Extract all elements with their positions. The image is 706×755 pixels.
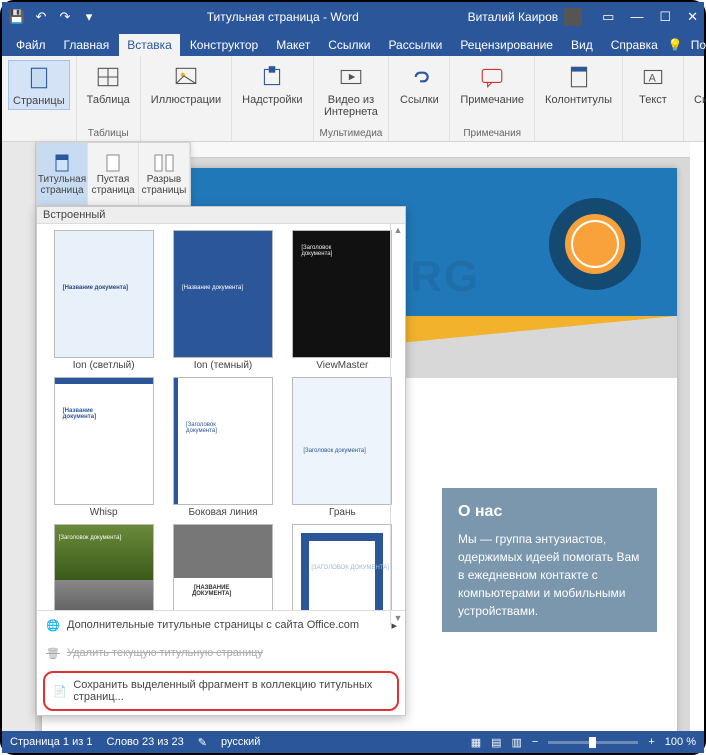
title-bar: 💾 ↶ ↷ ▾ Титульная страница - Word Витали…: [2, 2, 704, 32]
gallery-item-facet[interactable]: [Заголовок документа]Грань: [286, 377, 399, 518]
more-from-office[interactable]: 🌐 Дополнительные титульные страницы с са…: [37, 611, 405, 639]
close-icon[interactable]: ✕: [687, 9, 698, 25]
ribbon-options-icon[interactable]: ▭: [602, 9, 614, 25]
illustrations-button[interactable]: Иллюстрации: [147, 60, 225, 108]
user-name[interactable]: Виталий Каиров: [468, 10, 559, 24]
globe-icon: 🌐: [45, 617, 61, 633]
zoom-in-icon[interactable]: +: [648, 736, 654, 748]
avatar-icon[interactable]: [564, 8, 582, 26]
window-title: Титульная страница - Word: [106, 10, 460, 24]
gallery-item-banded[interactable]: [ЗАГОЛОВОК ДОКУМЕНТА]Окаймление: [286, 524, 399, 610]
video-icon: [336, 62, 366, 92]
tab-layout[interactable]: Макет: [268, 34, 318, 56]
addins-button[interactable]: Надстройки: [238, 60, 306, 108]
tell-me-icon[interactable]: 💡: [668, 38, 683, 52]
about-heading: О нас: [458, 500, 641, 524]
navigation-pane-stub: [2, 142, 36, 731]
gallery-item-ion-dark[interactable]: [Название документа]Ion (темный): [166, 230, 279, 371]
header-icon: [564, 62, 594, 92]
pages-dropdown: Титульная страница Пустая страница Разры…: [36, 142, 191, 206]
table-button[interactable]: Таблица: [83, 60, 134, 108]
tab-design[interactable]: Конструктор: [182, 34, 266, 56]
cover-page-gallery: Встроенный [Название документа]Ion (свет…: [36, 206, 406, 716]
undo-icon[interactable]: ↶: [32, 8, 50, 26]
remove-cover-page[interactable]: 🗑 Удалить текущую титульную страницу: [37, 639, 405, 667]
cover-logo: [549, 198, 641, 290]
group-tables: Таблицы: [88, 128, 129, 139]
zoom-slider[interactable]: [548, 741, 638, 744]
online-video-button[interactable]: Видео из Интернета: [320, 60, 382, 120]
comment-icon: [477, 62, 507, 92]
pages-button[interactable]: Страницы: [8, 60, 70, 110]
status-language[interactable]: русский: [221, 736, 260, 748]
blank-page-button[interactable]: Пустая страница: [88, 143, 139, 205]
redo-icon[interactable]: ↷: [56, 8, 74, 26]
remove-icon: 🗑: [45, 645, 61, 661]
gallery-item-motion[interactable]: [Заголовок документа]Движение: [47, 524, 160, 610]
page-break-icon: [153, 152, 175, 174]
tab-review[interactable]: Рецензирование: [452, 34, 561, 56]
group-media: Мультимедиа: [320, 128, 383, 139]
tab-view[interactable]: Вид: [563, 34, 601, 56]
page-icon: [24, 63, 54, 93]
tab-references[interactable]: Ссылки: [320, 34, 378, 56]
view-print-icon[interactable]: ▤: [491, 736, 501, 749]
gallery-item-sideline[interactable]: [Заголовок документа]Боковая линия: [166, 377, 279, 518]
status-bar: Страница 1 из 1 Слово 23 из 23 ✎ русский…: [2, 731, 704, 753]
table-icon: [93, 62, 123, 92]
picture-icon: [171, 62, 201, 92]
tab-help[interactable]: Справка: [603, 34, 666, 56]
group-comments: Примечания: [463, 128, 521, 139]
maximize-icon[interactable]: ☐: [659, 9, 671, 25]
text-button[interactable]: A Текст: [629, 60, 677, 108]
gallery-section-header: Встроенный: [37, 207, 405, 224]
tab-file[interactable]: Файл: [8, 34, 54, 56]
tab-mailings[interactable]: Рассылки: [380, 34, 450, 56]
zoom-out-icon[interactable]: −: [532, 736, 538, 748]
save-icon[interactable]: 💾: [8, 8, 26, 26]
gallery-item-viewmaster[interactable]: [Заголовок документа]ViewMaster: [286, 230, 399, 371]
ribbon-tabs: Файл Главная Вставка Конструктор Макет С…: [2, 32, 704, 56]
tab-insert[interactable]: Вставка: [119, 34, 180, 56]
svg-text:A: A: [649, 72, 657, 84]
textbox-icon: A: [638, 62, 668, 92]
save-selection-to-gallery[interactable]: 📄 Сохранить выделенный фрагмент в коллек…: [43, 671, 399, 711]
proofing-icon[interactable]: ✎: [198, 736, 207, 749]
status-words[interactable]: Слово 23 из 23: [106, 736, 183, 748]
sidebar-box[interactable]: О нас Мы — группа энтузиастов, одержимых…: [442, 488, 657, 632]
tell-me-label[interactable]: Помощь: [691, 38, 706, 52]
links-button[interactable]: Ссылки: [395, 60, 443, 108]
comment-button[interactable]: Примечание: [456, 60, 528, 108]
status-page[interactable]: Страница 1 из 1: [10, 736, 92, 748]
gallery-grid: [Название документа]Ion (светлый) [Назва…: [37, 224, 405, 610]
tab-home[interactable]: Главная: [56, 34, 118, 56]
symbols-button[interactable]: Ω Символы: [690, 60, 706, 108]
blank-page-icon: [102, 152, 124, 174]
link-icon: [404, 62, 434, 92]
view-read-icon[interactable]: ▦: [471, 736, 481, 749]
gallery-item-integral[interactable]: [НАЗВАНИЕ ДОКУМЕНТА]Интеграл: [166, 524, 279, 610]
zoom-level[interactable]: 100 %: [665, 736, 696, 748]
page-break-button[interactable]: Разрыв страницы: [139, 143, 190, 205]
headerfooter-button[interactable]: Колонтитулы: [541, 60, 616, 108]
about-body: Мы — группа энтузиастов, одержимых идеей…: [458, 530, 641, 620]
gallery-item-whisp[interactable]: [Название документа]Whisp: [47, 377, 160, 518]
view-web-icon[interactable]: ▥: [512, 736, 522, 749]
gallery-item-ion-light[interactable]: [Название документа]Ion (светлый): [47, 230, 160, 371]
cover-page-icon: [51, 152, 73, 174]
minimize-icon[interactable]: —: [630, 9, 643, 25]
gallery-scrollbar[interactable]: ▲▼: [390, 223, 405, 625]
ribbon: Страницы Таблица Таблицы Иллюстрации Над…: [2, 56, 704, 142]
save-selection-icon: 📄: [53, 683, 67, 699]
qat-dropdown-icon[interactable]: ▾: [80, 8, 98, 26]
addins-icon: [257, 62, 287, 92]
cover-page-button[interactable]: Титульная страница: [37, 143, 88, 205]
